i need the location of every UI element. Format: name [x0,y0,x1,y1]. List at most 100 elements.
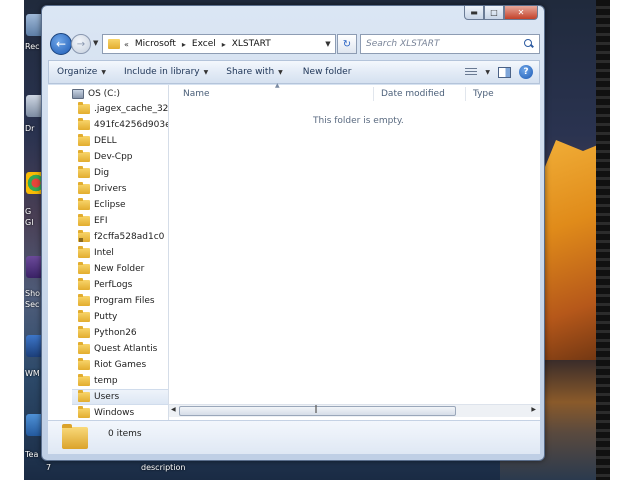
tree-item[interactable]: f2cffa528ad1c0 [78,229,168,245]
new-folder-label: New folder [302,67,352,77]
new-folder-button[interactable]: New folder [297,61,358,83]
chevron-down-icon[interactable]: ▼ [321,40,335,48]
tree-item[interactable]: temp [78,373,168,389]
desktop-label: description [141,463,186,472]
folder-icon [78,150,90,162]
scroll-right-arrow-icon[interactable]: ▶ [531,406,536,413]
tree-item[interactable]: Windows [78,405,168,420]
tree-item[interactable]: PerfLogs [78,277,168,293]
tree-item-label: .jagex_cache_32 [94,104,169,114]
folder-icon [78,214,90,226]
chevron-right-icon[interactable]: ▸ [182,40,186,49]
tree-item-label: EFI [94,216,108,226]
tree-item[interactable]: Dev-Cpp [78,149,168,165]
chevron-right-icon[interactable]: ▸ [222,40,226,49]
close-button[interactable]: ✕ [504,6,538,20]
navigation-pane: OS (C:) .jagex_cache_32 491fc4256d903e DEL… [48,85,169,420]
desktop-label: Tea [25,450,39,459]
tree-item-label: Putty [94,312,118,322]
tree-item-label: PerfLogs [94,280,133,290]
help-icon[interactable]: ? [519,65,533,79]
back-button[interactable]: ← [50,33,72,55]
maximize-button[interactable]: □ [484,6,504,20]
breadcrumb-overflow-icon[interactable]: « [124,40,129,49]
desktop-label: Sho [25,289,41,298]
tree-item[interactable]: DELL [78,133,168,149]
command-bar: Organize ▼ Include in library ▼ Share wi… [48,60,540,84]
breadcrumb-microsoft[interactable]: Microsoft [135,39,176,49]
tree-item[interactable]: Drivers [78,181,168,197]
tree-item[interactable]: Users [72,389,168,405]
minimize-button[interactable]: ▬ [464,6,484,20]
tree-item-label: Program Files [94,296,155,306]
tree-item[interactable]: Program Files [78,293,168,309]
recent-pages-dropdown[interactable]: ▼ [93,39,98,47]
tree-item[interactable]: Intel [78,245,168,261]
tree-item[interactable]: 491fc4256d903e [78,117,168,133]
tree-item-label: Python26 [94,328,137,338]
column-divider[interactable] [373,87,374,101]
folder-icon [78,374,90,386]
desktop-label: Rec [25,42,40,51]
organize-button[interactable]: Organize ▼ [49,61,112,83]
column-divider[interactable] [465,87,466,101]
preview-pane-icon[interactable] [498,66,511,78]
desktop-label: Dr [25,124,35,133]
tree-item[interactable]: EFI [78,213,168,229]
desktop-label: 7 [46,463,52,472]
wallpaper-stripes [596,0,610,480]
column-header-date-modified[interactable]: Date modified [381,89,445,99]
forward-button[interactable]: → [71,34,91,54]
include-in-library-button[interactable]: Include in library ▼ [118,61,214,83]
folder-icon [78,262,90,274]
tree-item-os-c[interactable]: OS (C:) [72,87,120,101]
chevron-down-icon: ▼ [101,68,106,76]
folder-icon [78,358,90,370]
navigation-bar: ← → ▼ « Microsoft ▸ Excel ▸ XLSTART ▼ ↻ [48,33,540,59]
tree-item-label: Users [94,392,120,402]
search-icon[interactable] [524,39,534,49]
file-list[interactable]: Name ▲ Date modified Type This folder is… [169,82,540,420]
chevron-down-icon[interactable]: ▼ [485,69,490,76]
breadcrumb-excel[interactable]: Excel [192,39,216,49]
tree-item[interactable]: Dig [78,165,168,181]
folder-icon [78,134,90,146]
share-with-button[interactable]: Share with ▼ [220,61,289,83]
tree-item-label: Windows [94,408,135,418]
horizontal-scrollbar[interactable]: ◀ ‖ ▶ [169,404,540,417]
tree-item[interactable]: Riot Games [78,357,168,373]
refresh-button[interactable]: ↻ [337,34,357,54]
address-bar[interactable]: « Microsoft ▸ Excel ▸ XLSTART ▼ [102,34,336,54]
breadcrumb-xlstart[interactable]: XLSTART [232,39,271,49]
folder-icon [78,326,90,338]
tree-item[interactable]: .jagex_cache_32 [78,101,169,117]
desktop-label: Gl [25,218,34,227]
scroll-left-arrow-icon[interactable]: ◀ [171,406,176,413]
tree-item[interactable]: Putty [78,309,168,325]
folder-icon [78,102,90,114]
folder-icon [78,198,90,210]
search-input[interactable] [361,39,516,49]
empty-folder-message: This folder is empty. [313,116,404,126]
tree-item-label: Intel [94,248,114,258]
tree-item[interactable]: Eclipse [78,197,168,213]
tree-item-label: Drivers [94,184,127,194]
column-header-type[interactable]: Type [473,89,494,99]
column-header-name[interactable]: Name [183,89,210,99]
horizontal-scrollbar-thumb[interactable]: ‖ [179,404,456,416]
tree-item[interactable]: New Folder [78,261,168,277]
folder-icon [108,39,120,49]
letterbox-right [610,0,640,480]
change-view-icon[interactable] [465,67,478,77]
tree-item-label: Quest Atlantis [94,344,158,354]
details-pane: 0 items [48,420,540,454]
folder-icon [78,182,90,194]
folder-icon [78,342,90,354]
tree-item-label: Dig [94,168,110,178]
tree-item[interactable]: Python26 [78,325,168,341]
search-box[interactable] [360,34,540,54]
tree-item[interactable]: Quest Atlantis [78,341,168,357]
caption-buttons: ▬ □ ✕ [464,6,538,20]
tree-item-label: Dev-Cpp [94,152,133,162]
desktop-label: WM [25,369,40,378]
